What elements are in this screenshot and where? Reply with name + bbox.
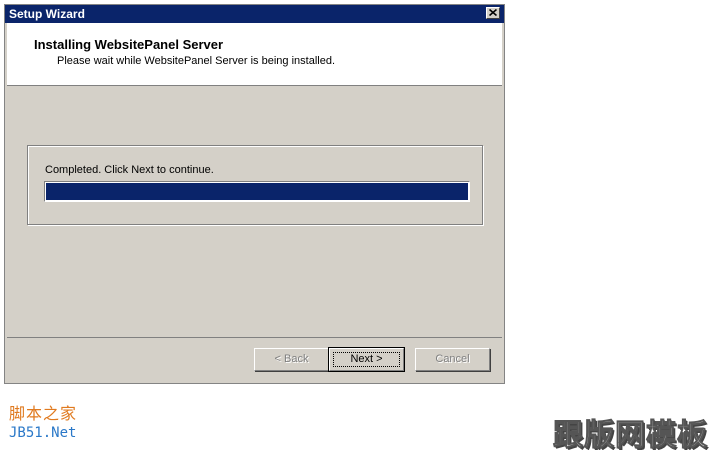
watermark-jb51-line1: 脚本之家	[9, 406, 78, 423]
progress-status-text: Completed. Click Next to continue.	[45, 164, 214, 176]
watermark-jb51: 脚本之家 JB51.Net	[9, 406, 77, 442]
wizard-header: Installing WebsitePanel Server Please wa…	[7, 23, 502, 86]
progress-group-box: Completed. Click Next to continue.	[27, 145, 483, 225]
window-title: Setup Wizard	[9, 7, 85, 21]
watermark-genban: 跟版网模板	[553, 418, 708, 450]
progress-bar	[44, 181, 470, 202]
page: Setup Wizard Installing WebsitePanel Ser…	[0, 0, 720, 450]
close-icon	[489, 9, 497, 16]
header-title: Installing WebsitePanel Server	[34, 37, 224, 52]
cancel-button[interactable]: Cancel	[415, 348, 490, 371]
wizard-content: Completed. Click Next to continue.	[7, 86, 502, 338]
watermark-jb51-line2: JB51.Net	[9, 425, 77, 441]
close-button[interactable]	[486, 7, 500, 19]
header-subtitle: Please wait while WebsitePanel Server is…	[57, 55, 335, 67]
back-button[interactable]: < Back	[254, 348, 329, 371]
title-bar[interactable]: Setup Wizard	[5, 5, 504, 23]
next-button[interactable]: Next >	[328, 347, 405, 372]
setup-wizard-window: Setup Wizard Installing WebsitePanel Ser…	[4, 4, 505, 384]
progress-bar-fill	[46, 183, 468, 200]
